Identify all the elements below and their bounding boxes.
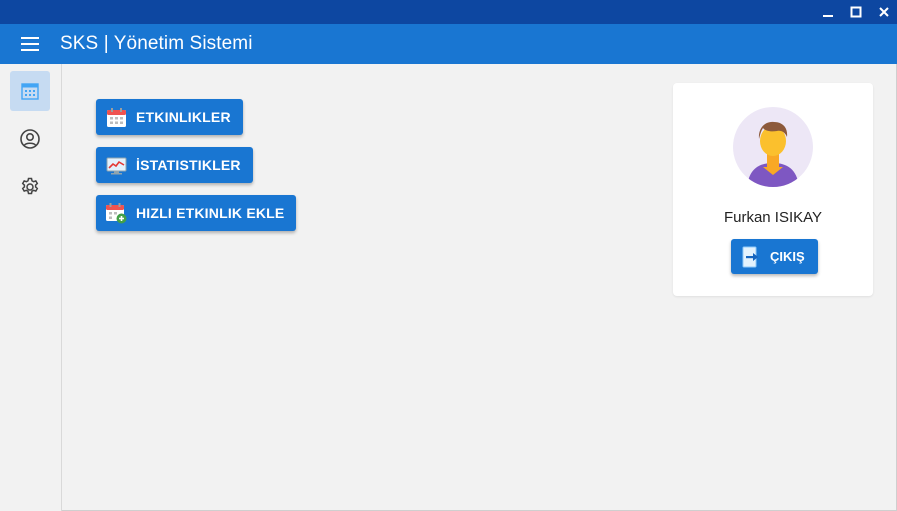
main-content: ETKINLIKLER İSTATISTIKLER HIZLI ETKINLIK… (62, 64, 897, 511)
statistics-button-label: İSTATISTIKLER (136, 157, 241, 173)
logout-button[interactable]: ÇIKIŞ (731, 239, 818, 274)
quick-add-event-button[interactable]: HIZLI ETKINLIK EKLE (96, 195, 297, 231)
window-titlebar (0, 0, 897, 24)
maximize-icon (850, 6, 862, 18)
minimize-button[interactable] (821, 5, 835, 19)
statistics-button[interactable]: İSTATISTIKLER (96, 147, 253, 183)
sidebar-item-calendar[interactable] (10, 71, 50, 111)
sidebar-item-profile[interactable] (10, 119, 50, 159)
gear-icon (21, 177, 39, 195)
app-title: SKS | Yönetim Sistemi (60, 33, 253, 54)
events-button-label: ETKINLIKLER (136, 109, 231, 125)
logout-icon (741, 246, 761, 268)
user-name: Furkan ISIKAY (723, 209, 823, 226)
quick-add-event-button-label: HIZLI ETKINLIK EKLE (136, 205, 285, 221)
avatar (733, 107, 813, 187)
menu-button[interactable] (0, 24, 60, 64)
calendar-icon (21, 83, 39, 100)
app-bar: SKS | Yönetim Sistemi (0, 24, 897, 64)
hamburger-menu-icon (21, 37, 39, 51)
logout-button-label: ÇIKIŞ (770, 249, 805, 264)
profile-card: Furkan ISIKAY ÇIKIŞ (673, 83, 873, 296)
chart-monitor-icon (105, 154, 127, 176)
sidebar-item-settings[interactable] (10, 167, 50, 207)
events-button[interactable]: ETKINLIKLER (96, 99, 243, 135)
window-controls (821, 2, 891, 22)
sidebar (0, 64, 62, 511)
close-icon (879, 7, 889, 17)
calendar-add-icon (105, 202, 127, 224)
maximize-button[interactable] (849, 5, 863, 19)
close-button[interactable] (877, 5, 891, 19)
minimize-icon (823, 15, 833, 17)
user-circle-icon (20, 129, 40, 149)
user-avatar-icon (747, 121, 799, 187)
calendar-icon (105, 106, 127, 128)
